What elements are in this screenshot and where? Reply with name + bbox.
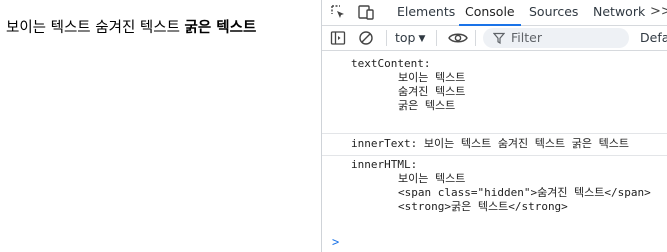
toolbar-divider [386, 30, 387, 46]
console-toolbar: top▼ Filter Defau [322, 26, 667, 51]
tab-network[interactable]: Network [593, 0, 645, 25]
message-line: <strong>굵은 텍스트</strong> [398, 200, 568, 213]
more-tabs-button[interactable]: >> [650, 0, 667, 25]
tab-elements[interactable]: Elements [397, 0, 455, 25]
visible-text: 보이는 텍스트 [6, 20, 91, 36]
console-output: textContent: 보이는 텍스트 숨겨진 텍스트 굵은 텍스트 inne… [322, 51, 667, 252]
console-prompt-icon[interactable]: > [332, 235, 339, 249]
page-paragraph: 보이는 텍스트 숨겨진 텍스트 굵은 텍스트 [6, 16, 256, 37]
filter-placeholder: Filter [511, 30, 542, 45]
message-line: 보이는 텍스트 [398, 71, 466, 84]
screen: 보이는 텍스트 숨겨진 텍스트 굵은 텍스트 Elements Console … [0, 0, 667, 252]
message-line: <span class="hidden">숨겨진 텍스트</span> [398, 186, 651, 199]
message-line: 굵은 텍스트 [398, 99, 456, 112]
devtools-panel: Elements Console Sources Network >> top … [321, 0, 667, 252]
message-label: textContent: [351, 57, 431, 70]
tab-console[interactable]: Console [459, 0, 521, 26]
inspect-element-icon[interactable] [329, 3, 348, 22]
context-selector-value: top [395, 30, 416, 45]
toolbar-divider [475, 30, 476, 46]
message-line: innerText: 보이는 텍스트 숨겨진 텍스트 굵은 텍스트 [351, 137, 629, 150]
message-line: 숨겨진 텍스트 [398, 85, 466, 98]
sidebar-toggle-icon[interactable] [329, 29, 347, 47]
clear-console-icon[interactable] [357, 29, 375, 47]
bold-text: 굵은 텍스트 [184, 20, 257, 36]
console-message: innerText: 보이는 텍스트 숨겨진 텍스트 굵은 텍스트 [322, 133, 667, 156]
message-line: 보이는 텍스트 [398, 172, 466, 185]
log-levels-dropdown[interactable]: Defau [640, 26, 667, 50]
filter-input[interactable]: Filter [483, 28, 629, 48]
console-message: textContent: 보이는 텍스트 숨겨진 텍스트 굵은 텍스트 [322, 51, 667, 134]
devtools-tab-bar: Elements Console Sources Network >> [322, 0, 667, 26]
message-label: innerHTML: [351, 158, 418, 171]
tab-sources[interactable]: Sources [529, 0, 578, 25]
rendered-page: 보이는 텍스트 숨겨진 텍스트 굵은 텍스트 [0, 0, 321, 252]
hidden-text: 숨겨진 텍스트 [95, 20, 180, 36]
filter-icon [493, 32, 505, 44]
console-message: innerHTML: 보이는 텍스트 <span class="hidden">… [322, 156, 667, 224]
toolbar-divider [436, 30, 437, 46]
triangle-down-icon: ▼ [418, 34, 426, 44]
device-toolbar-icon[interactable] [357, 3, 376, 22]
context-selector[interactable]: top ▼ [395, 26, 425, 50]
eye-icon[interactable] [447, 29, 469, 47]
